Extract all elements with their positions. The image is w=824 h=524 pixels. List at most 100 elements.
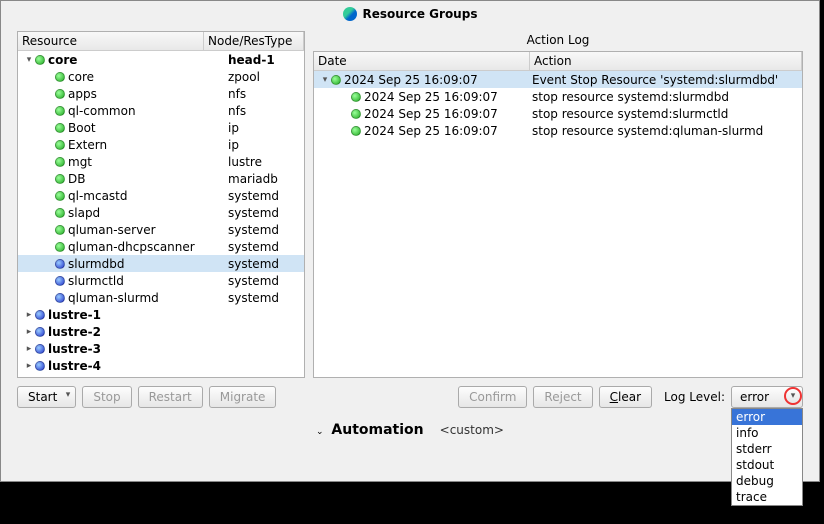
resource-name: slapd xyxy=(68,206,100,220)
restart-button[interactable]: Restart xyxy=(138,386,203,408)
tree-row[interactable]: apps nfs xyxy=(18,85,304,102)
expand-arrow-icon[interactable]: ▸ xyxy=(24,310,34,320)
status-dot-icon xyxy=(351,109,361,119)
expand-arrow-icon[interactable]: ▾ xyxy=(24,55,34,65)
status-dot-icon xyxy=(35,361,45,371)
tree-row[interactable]: mgtlustre xyxy=(18,153,304,170)
action-log-title: Action Log xyxy=(313,31,803,51)
status-dot-icon xyxy=(55,89,65,99)
resource-node: systemd xyxy=(228,240,279,254)
resource-name: lustre-2 xyxy=(48,325,101,339)
expand-arrow-icon[interactable]: ▾ xyxy=(320,75,330,85)
tree-row[interactable]: slurmdbdsystemd xyxy=(18,255,304,272)
tree-row[interactable]: ▾corehead-1 xyxy=(18,51,304,68)
status-dot-icon xyxy=(55,157,65,167)
resource-tree[interactable]: Resource Node/ResType ▾corehead-1corezpo… xyxy=(17,31,305,378)
tree-row[interactable]: slurmctldsystemd xyxy=(18,272,304,289)
resource-name: core xyxy=(48,53,77,67)
expand-arrow-icon[interactable]: ▸ xyxy=(24,344,34,354)
status-dot-icon xyxy=(35,310,45,320)
col-date[interactable]: Date xyxy=(314,52,530,70)
resource-name: qluman-dhcpscanner xyxy=(68,240,195,254)
status-dot-icon xyxy=(55,225,65,235)
status-dot-icon xyxy=(35,344,45,354)
page-title: Resource Groups xyxy=(363,7,478,21)
log-row[interactable]: ▾2024 Sep 25 16:09:07Event Stop Resource… xyxy=(314,71,802,88)
log-date: 2024 Sep 25 16:09:07 xyxy=(364,107,498,121)
tree-row[interactable]: ql-mcastdsystemd xyxy=(18,187,304,204)
resource-name: lustre-4 xyxy=(48,359,101,373)
expand-arrow-icon[interactable]: ▸ xyxy=(24,361,34,371)
status-dot-icon xyxy=(351,126,361,136)
log-level-option[interactable]: trace xyxy=(732,489,802,505)
migrate-button[interactable]: Migrate xyxy=(209,386,277,408)
log-action: stop resource systemd:slurmctld xyxy=(532,107,728,121)
tree-row[interactable]: slapdsystemd xyxy=(18,204,304,221)
globe-icon xyxy=(343,7,357,21)
col-node[interactable]: Node/ResType xyxy=(204,32,304,50)
status-dot-icon xyxy=(55,123,65,133)
tree-row[interactable]: Bootip xyxy=(18,119,304,136)
status-dot-icon xyxy=(55,293,65,303)
tree-row[interactable]: ▸lustre-1 xyxy=(18,306,304,323)
status-dot-icon xyxy=(55,72,65,82)
resource-node: ip xyxy=(228,121,239,135)
resource-node: nfs xyxy=(228,87,246,101)
resource-name: apps xyxy=(68,87,97,101)
tree-row[interactable]: ql-common nfs xyxy=(18,102,304,119)
resource-name: slurmctld xyxy=(68,274,124,288)
tree-row[interactable]: Externip xyxy=(18,136,304,153)
resource-name: DB xyxy=(68,172,85,186)
chevron-down-icon[interactable]: ▾ xyxy=(784,387,802,405)
tree-row[interactable]: ▸ lustre-2 xyxy=(18,323,304,340)
log-date: 2024 Sep 25 16:09:07 xyxy=(344,73,478,87)
log-level-option[interactable]: info xyxy=(732,425,802,441)
resource-node: nfs xyxy=(228,104,246,118)
automation-value: <custom> xyxy=(440,423,504,437)
action-log[interactable]: Date Action ▾2024 Sep 25 16:09:07Event S… xyxy=(313,51,803,378)
status-dot-icon xyxy=(331,75,341,85)
chevron-down-icon: ⌄ xyxy=(316,427,324,437)
resource-name: ql-mcastd xyxy=(68,189,128,203)
automation-toggle[interactable]: ⌄ Automation xyxy=(316,422,424,438)
resource-name: core xyxy=(68,70,94,84)
tree-row[interactable]: qluman-dhcpscanner systemd xyxy=(18,238,304,255)
tree-row[interactable]: core zpool xyxy=(18,68,304,85)
resource-node: systemd xyxy=(228,291,279,305)
expand-arrow-icon[interactable]: ▸ xyxy=(24,327,34,337)
log-row[interactable]: 2024 Sep 25 16:09:07 stop resource system… xyxy=(314,105,802,122)
log-row[interactable]: 2024 Sep 25 16:09:07stop resource system… xyxy=(314,122,802,139)
resource-name: lustre-3 xyxy=(48,342,101,356)
tree-row[interactable]: ▸ lustre-3 xyxy=(18,340,304,357)
start-button[interactable]: Start xyxy=(17,386,76,408)
tree-row[interactable]: ▸ lustre-4 xyxy=(18,357,304,374)
log-level-option[interactable]: debug xyxy=(732,473,802,489)
tree-row[interactable]: DB mariadb xyxy=(18,170,304,187)
resource-node: mariadb xyxy=(228,172,278,186)
resource-node: lustre xyxy=(228,155,262,169)
resource-name: ql-common xyxy=(68,104,136,118)
log-row[interactable]: 2024 Sep 25 16:09:07stop resource system… xyxy=(314,88,802,105)
tree-header: Resource Node/ResType xyxy=(18,32,304,51)
tree-row[interactable]: qluman-serversystemd xyxy=(18,221,304,238)
confirm-button[interactable]: Confirm xyxy=(458,386,527,408)
status-dot-icon xyxy=(55,259,65,269)
status-dot-icon xyxy=(55,174,65,184)
col-action[interactable]: Action xyxy=(530,52,802,70)
tree-row[interactable]: qluman-slurmdsystemd xyxy=(18,289,304,306)
resource-node: zpool xyxy=(228,70,260,84)
status-dot-icon xyxy=(55,242,65,252)
log-level-option[interactable]: stdout xyxy=(732,457,802,473)
log-level-option[interactable]: error xyxy=(732,409,802,425)
clear-button[interactable]: Clear xyxy=(599,386,652,408)
log-level-option[interactable]: stderr xyxy=(732,441,802,457)
log-header: Date Action xyxy=(314,52,802,71)
resource-node: systemd xyxy=(228,257,279,271)
status-dot-icon xyxy=(35,327,45,337)
stop-button[interactable]: Stop xyxy=(82,386,131,408)
col-resource[interactable]: Resource xyxy=(18,32,204,50)
log-level-dropdown[interactable]: errorinfostderrstdoutdebugtrace xyxy=(731,408,803,506)
resource-name: Extern xyxy=(68,138,107,152)
reject-button[interactable]: Reject xyxy=(533,386,592,408)
log-level-label: Log Level: xyxy=(664,390,725,404)
